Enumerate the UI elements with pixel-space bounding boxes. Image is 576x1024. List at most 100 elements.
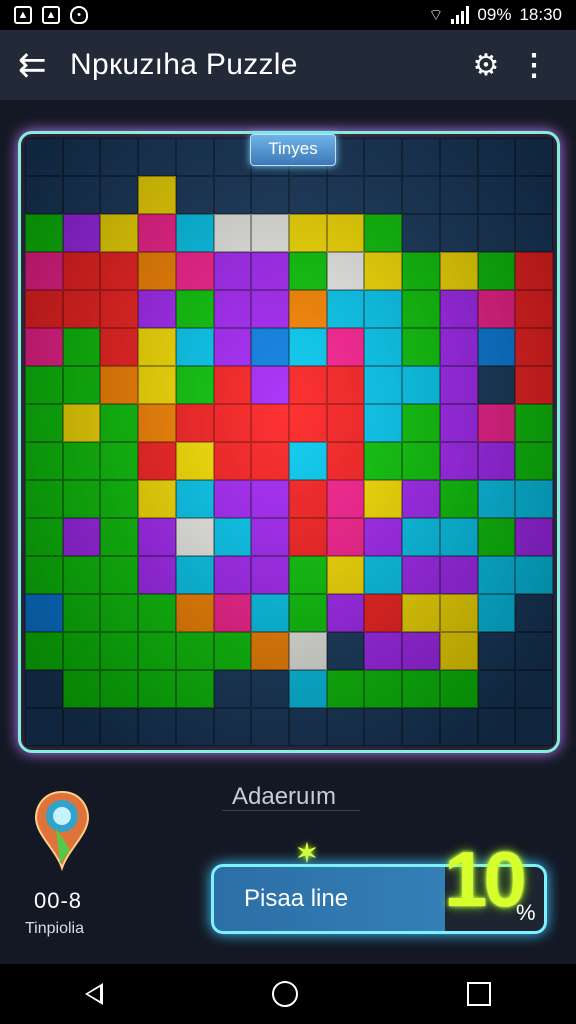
- puzzle-piece[interactable]: [100, 670, 139, 708]
- puzzle-piece[interactable]: [289, 404, 327, 442]
- puzzle-piece[interactable]: [251, 480, 289, 518]
- puzzle-piece[interactable]: [364, 366, 403, 404]
- puzzle-piece[interactable]: [289, 708, 327, 746]
- puzzle-piece[interactable]: [364, 708, 403, 746]
- puzzle-piece[interactable]: [138, 290, 176, 328]
- puzzle-piece[interactable]: [251, 176, 289, 214]
- puzzle-piece[interactable]: [515, 556, 553, 594]
- puzzle-piece[interactable]: [289, 176, 327, 214]
- puzzle-piece[interactable]: [213, 404, 252, 442]
- gear-icon[interactable]: ⚙: [462, 48, 510, 83]
- puzzle-piece[interactable]: [402, 442, 440, 480]
- puzzle-piece[interactable]: [402, 214, 440, 252]
- puzzle-piece[interactable]: [477, 138, 516, 176]
- puzzle-piece[interactable]: [100, 290, 139, 328]
- puzzle-board[interactable]: [18, 131, 560, 753]
- puzzle-piece[interactable]: [251, 518, 289, 556]
- puzzle-piece[interactable]: [213, 632, 252, 670]
- puzzle-piece[interactable]: [515, 290, 553, 328]
- puzzle-piece[interactable]: [326, 556, 365, 594]
- puzzle-piece[interactable]: [62, 328, 101, 366]
- puzzle-piece[interactable]: [515, 632, 553, 670]
- puzzle-piece[interactable]: [326, 518, 365, 556]
- puzzle-piece[interactable]: [100, 442, 139, 480]
- puzzle-piece[interactable]: [477, 328, 516, 366]
- puzzle-piece[interactable]: [289, 670, 327, 708]
- puzzle-piece[interactable]: [25, 176, 63, 214]
- puzzle-piece[interactable]: [364, 176, 403, 214]
- puzzle-piece[interactable]: [326, 404, 365, 442]
- puzzle-piece[interactable]: [289, 328, 327, 366]
- puzzle-piece[interactable]: [289, 518, 327, 556]
- puzzle-piece[interactable]: [100, 594, 139, 632]
- puzzle-piece[interactable]: [213, 670, 252, 708]
- puzzle-piece[interactable]: [439, 252, 478, 290]
- puzzle-piece[interactable]: [62, 708, 101, 746]
- puzzle-piece[interactable]: [175, 518, 214, 556]
- puzzle-piece[interactable]: [439, 632, 478, 670]
- puzzle-piece[interactable]: [439, 138, 478, 176]
- puzzle-piece[interactable]: [213, 328, 252, 366]
- puzzle-piece[interactable]: [138, 480, 176, 518]
- puzzle-piece[interactable]: [402, 290, 440, 328]
- puzzle-piece[interactable]: [175, 214, 214, 252]
- puzzle-piece[interactable]: [25, 594, 63, 632]
- puzzle-piece[interactable]: [62, 176, 101, 214]
- puzzle-piece[interactable]: [326, 632, 365, 670]
- puzzle-piece[interactable]: [364, 480, 403, 518]
- nav-back-icon[interactable]: [84, 983, 103, 1005]
- puzzle-piece[interactable]: [402, 328, 440, 366]
- puzzle-piece[interactable]: [439, 176, 478, 214]
- puzzle-piece[interactable]: [25, 670, 63, 708]
- puzzle-piece[interactable]: [364, 214, 403, 252]
- puzzle-piece[interactable]: [175, 594, 214, 632]
- puzzle-piece[interactable]: [477, 670, 516, 708]
- puzzle-piece[interactable]: [213, 366, 252, 404]
- puzzle-piece[interactable]: [25, 556, 63, 594]
- puzzle-piece[interactable]: [289, 366, 327, 404]
- puzzle-piece[interactable]: [25, 480, 63, 518]
- puzzle-piece[interactable]: [326, 214, 365, 252]
- puzzle-piece[interactable]: [326, 480, 365, 518]
- puzzle-piece[interactable]: [515, 252, 553, 290]
- puzzle-piece[interactable]: [515, 594, 553, 632]
- puzzle-piece[interactable]: [62, 442, 101, 480]
- puzzle-piece[interactable]: [477, 252, 516, 290]
- puzzle-piece[interactable]: [477, 556, 516, 594]
- puzzle-piece[interactable]: [62, 556, 101, 594]
- puzzle-piece[interactable]: [326, 594, 365, 632]
- puzzle-piece[interactable]: [175, 404, 214, 442]
- puzzle-piece[interactable]: [515, 480, 553, 518]
- puzzle-piece[interactable]: [251, 252, 289, 290]
- puzzle-piece[interactable]: [364, 404, 403, 442]
- puzzle-piece[interactable]: [213, 518, 252, 556]
- puzzle-piece[interactable]: [25, 328, 63, 366]
- puzzle-piece[interactable]: [439, 518, 478, 556]
- puzzle-piece[interactable]: [251, 328, 289, 366]
- puzzle-piece[interactable]: [251, 670, 289, 708]
- puzzle-piece[interactable]: [477, 518, 516, 556]
- puzzle-piece[interactable]: [402, 480, 440, 518]
- puzzle-piece[interactable]: [138, 328, 176, 366]
- puzzle-piece[interactable]: [515, 670, 553, 708]
- puzzle-piece[interactable]: [175, 176, 214, 214]
- puzzle-piece[interactable]: [100, 404, 139, 442]
- puzzle-piece[interactable]: [100, 252, 139, 290]
- puzzle-piece[interactable]: [62, 670, 101, 708]
- puzzle-piece[interactable]: [477, 480, 516, 518]
- puzzle-piece[interactable]: [515, 442, 553, 480]
- puzzle-piece[interactable]: [213, 176, 252, 214]
- puzzle-piece[interactable]: [515, 176, 553, 214]
- more-options-icon[interactable]: ⋮: [510, 48, 558, 83]
- puzzle-piece[interactable]: [477, 290, 516, 328]
- puzzle-piece[interactable]: [25, 708, 63, 746]
- puzzle-piece[interactable]: [439, 556, 478, 594]
- puzzle-piece[interactable]: [100, 518, 139, 556]
- puzzle-piece[interactable]: [439, 480, 478, 518]
- puzzle-piece[interactable]: [138, 670, 176, 708]
- puzzle-piece[interactable]: [25, 214, 63, 252]
- puzzle-piece[interactable]: [364, 518, 403, 556]
- puzzle-piece[interactable]: [25, 366, 63, 404]
- puzzle-piece[interactable]: [289, 594, 327, 632]
- puzzle-piece[interactable]: [477, 594, 516, 632]
